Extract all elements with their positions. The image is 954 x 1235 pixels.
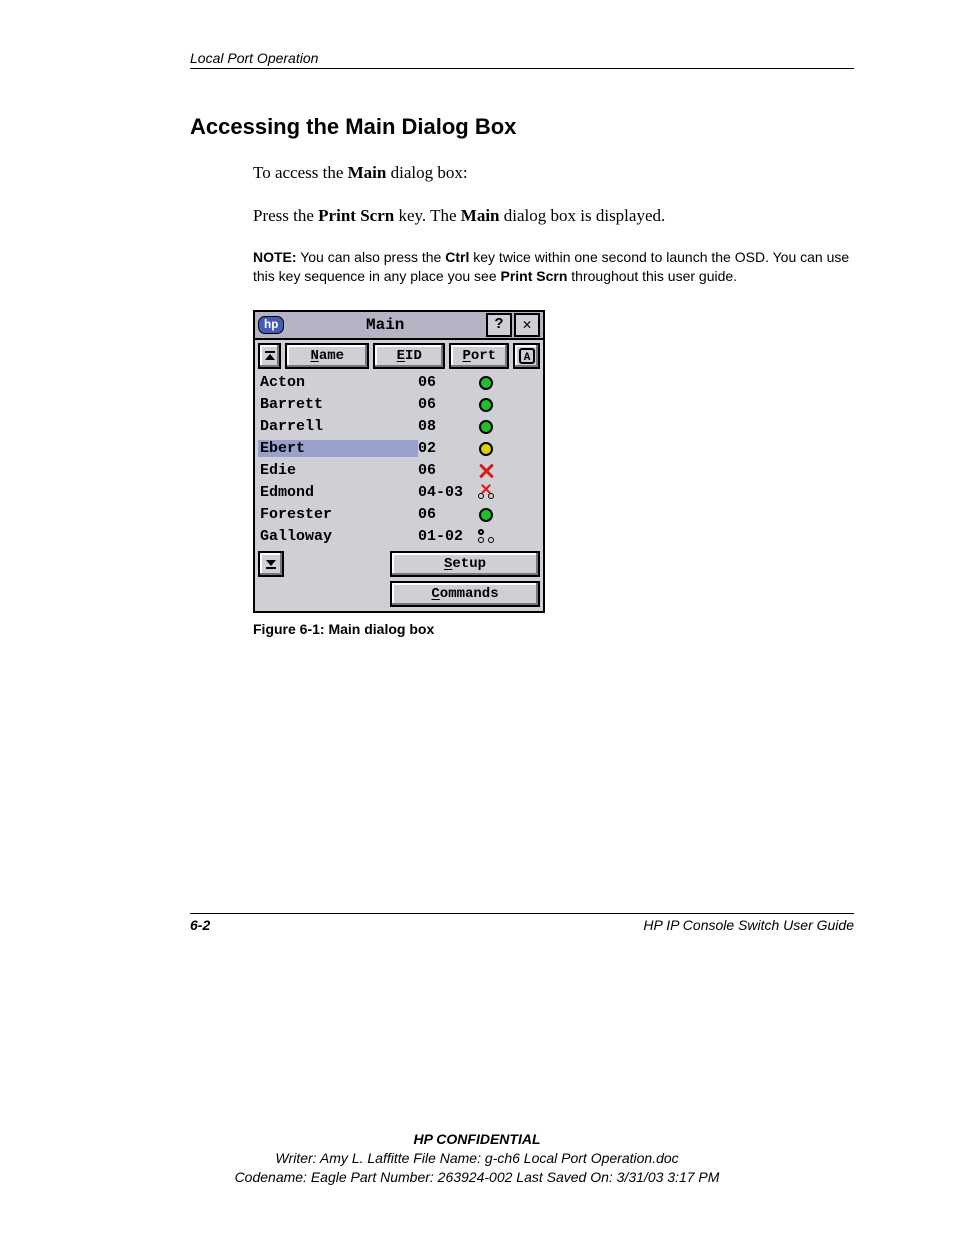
cell-status bbox=[473, 376, 499, 390]
cell-port: 06 bbox=[418, 374, 473, 391]
text: ommands bbox=[440, 586, 499, 602]
cell-status bbox=[473, 485, 499, 500]
cell-name: Darrell bbox=[258, 418, 418, 435]
close-button[interactable]: ✕ bbox=[514, 313, 540, 337]
cell-status bbox=[473, 463, 499, 479]
paragraph-1: To access the Main dialog box: bbox=[253, 162, 854, 185]
header-port[interactable]: Port bbox=[449, 343, 509, 369]
confidential-footer: HP CONFIDENTIAL Writer: Amy L. Laffitte … bbox=[0, 1130, 954, 1187]
table-row[interactable]: Galloway 01-02 bbox=[258, 526, 540, 548]
confidential-codename: Codename: Eagle Part Number: 263924-002 … bbox=[0, 1168, 954, 1187]
confidential-label: HP CONFIDENTIAL bbox=[0, 1130, 954, 1149]
text: key. The bbox=[394, 206, 461, 225]
dialog-footer: Setup Commands bbox=[255, 548, 543, 611]
dialog-title: Main bbox=[286, 316, 484, 334]
titlebar: hp Main ? ✕ bbox=[255, 312, 543, 340]
cell-name: Galloway bbox=[258, 528, 418, 545]
header-name[interactable]: Name bbox=[285, 343, 369, 369]
cell-name: Acton bbox=[258, 374, 418, 391]
table-body: Acton 06 Barrett 06 Darrell 08 Ebert 02 bbox=[255, 372, 543, 548]
scroll-top-icon bbox=[264, 350, 276, 362]
a-box-icon: A bbox=[519, 348, 535, 364]
status-cascade-icon bbox=[478, 529, 494, 544]
doc-title: HP IP Console Switch User Guide bbox=[643, 917, 854, 933]
figure-caption: Figure 6-1: Main dialog box bbox=[253, 621, 854, 637]
cell-port: 06 bbox=[418, 462, 473, 479]
text: S bbox=[444, 556, 452, 572]
header-name-label: N bbox=[310, 348, 318, 364]
commands-button[interactable]: Commands bbox=[390, 581, 540, 607]
text-bold: Ctrl bbox=[445, 249, 469, 265]
text-bold: Main bbox=[348, 163, 387, 182]
text: ID bbox=[405, 348, 422, 364]
text: dialog box is displayed. bbox=[500, 206, 666, 225]
main-dialog: hp Main ? ✕ Name EID Port A Acton 06 bbox=[253, 310, 545, 613]
header-eid-label: E bbox=[397, 348, 405, 364]
text: throughout this user guide. bbox=[567, 268, 737, 284]
text: You can also press the bbox=[297, 249, 446, 265]
table-row[interactable]: Edie 06 bbox=[258, 460, 540, 482]
scroll-bottom-button[interactable] bbox=[258, 551, 284, 577]
page-title: Accessing the Main Dialog Box bbox=[190, 114, 854, 140]
svg-text:A: A bbox=[523, 352, 530, 364]
status-green-icon bbox=[479, 398, 493, 412]
status-yellow-icon bbox=[479, 442, 493, 456]
text-bold: Print Scrn bbox=[318, 206, 394, 225]
status-xcascade-icon bbox=[478, 485, 494, 500]
cell-port: 06 bbox=[418, 396, 473, 413]
cell-name: Edie bbox=[258, 462, 418, 479]
running-header: Local Port Operation bbox=[190, 50, 854, 69]
text: ame bbox=[319, 348, 344, 364]
table-row[interactable]: Edmond 04-03 bbox=[258, 482, 540, 504]
cell-status bbox=[473, 398, 499, 412]
cell-name: Barrett bbox=[258, 396, 418, 413]
cell-name: Ebert bbox=[258, 440, 418, 457]
cell-status bbox=[473, 420, 499, 434]
text: To access the bbox=[253, 163, 348, 182]
header-eid[interactable]: EID bbox=[373, 343, 445, 369]
note-label: NOTE: bbox=[253, 249, 297, 265]
status-green-icon bbox=[479, 508, 493, 522]
scroll-top-button[interactable] bbox=[258, 343, 281, 369]
help-button[interactable]: ? bbox=[486, 313, 512, 337]
table-row[interactable]: Barrett 06 bbox=[258, 394, 540, 416]
table-row[interactable]: Forester 06 bbox=[258, 504, 540, 526]
text: C bbox=[431, 586, 439, 602]
table-row[interactable]: Darrell 08 bbox=[258, 416, 540, 438]
cell-status bbox=[473, 529, 499, 544]
page-footer: 6-2 HP IP Console Switch User Guide bbox=[190, 913, 854, 933]
note: NOTE: You can also press the Ctrl key tw… bbox=[253, 248, 854, 286]
text-bold: Main bbox=[461, 206, 500, 225]
paragraph-2: Press the Print Scrn key. The Main dialo… bbox=[253, 205, 854, 228]
cell-port: 02 bbox=[418, 440, 473, 457]
cell-status bbox=[473, 442, 499, 456]
status-green-icon bbox=[479, 376, 493, 390]
cell-port: 06 bbox=[418, 506, 473, 523]
text: ort bbox=[471, 348, 496, 364]
text: dialog box: bbox=[386, 163, 467, 182]
setup-button[interactable]: Setup bbox=[390, 551, 540, 577]
text-bold: Print Scrn bbox=[501, 268, 568, 284]
scroll-bottom-icon bbox=[265, 558, 277, 570]
header-port-label: P bbox=[462, 348, 470, 364]
page-number: 6-2 bbox=[190, 917, 210, 933]
column-headers: Name EID Port A bbox=[255, 340, 543, 372]
cell-name: Forester bbox=[258, 506, 418, 523]
confidential-writer: Writer: Amy L. Laffitte File Name: g-ch6… bbox=[0, 1149, 954, 1168]
cell-port: 04-03 bbox=[418, 484, 473, 501]
text: Press the bbox=[253, 206, 318, 225]
table-row[interactable]: Acton 06 bbox=[258, 372, 540, 394]
status-x-icon bbox=[478, 463, 494, 479]
cell-name: Edmond bbox=[258, 484, 418, 501]
hp-logo: hp bbox=[258, 316, 284, 334]
cell-port: 01-02 bbox=[418, 528, 473, 545]
text: etup bbox=[452, 556, 486, 572]
header-a[interactable]: A bbox=[513, 343, 540, 369]
status-green-icon bbox=[479, 420, 493, 434]
cell-port: 08 bbox=[418, 418, 473, 435]
table-row[interactable]: Ebert 02 bbox=[258, 438, 540, 460]
cell-status bbox=[473, 508, 499, 522]
